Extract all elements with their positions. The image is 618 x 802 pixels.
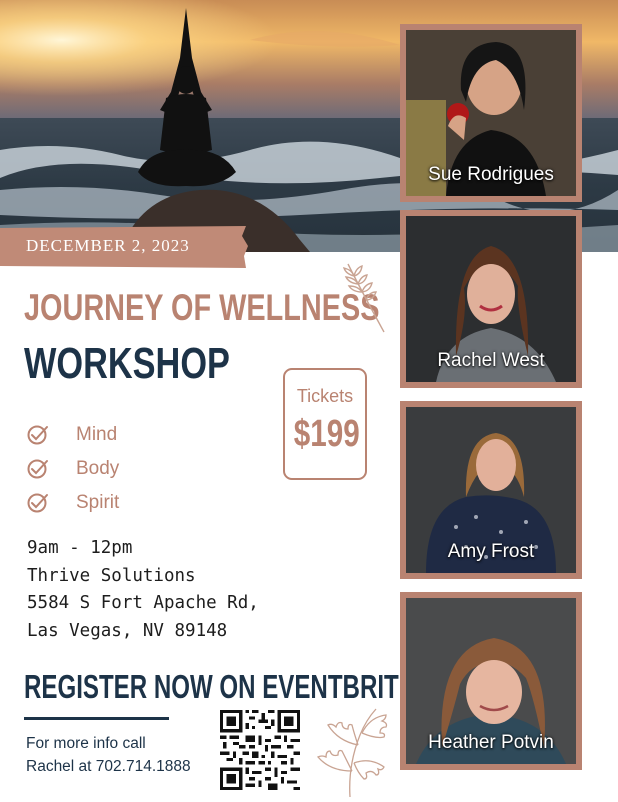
- speaker-name: Rachel West: [437, 350, 545, 371]
- tickets-label: Tickets: [296, 386, 354, 406]
- contact-line2: Rachel at 702.714.1888: [26, 758, 191, 775]
- speaker-photo: Heather Potvin: [406, 598, 576, 764]
- speaker-card: Sue Rodrigues: [400, 24, 582, 202]
- speaker-card: Amy Frost: [400, 401, 582, 579]
- checkmark-icon: [27, 493, 48, 513]
- list-item: Mind: [26, 418, 119, 452]
- speaker-name: Amy Frost: [447, 541, 535, 562]
- speaker-photo: Rachel West: [406, 216, 576, 382]
- tickets-price: $199: [293, 413, 360, 455]
- event-time: 9am - 12pm: [27, 538, 133, 558]
- tickets-box: Tickets $199: [283, 368, 367, 480]
- speaker-photo: Amy Frost: [406, 407, 576, 573]
- oak-leaves-icon: [310, 705, 390, 802]
- event-title-line2: WORKSHOP: [24, 339, 230, 388]
- list-item: Body: [26, 452, 119, 486]
- benefit-label: Body: [76, 458, 120, 479]
- speaker-card: Heather Potvin: [400, 592, 582, 770]
- event-date: DECEMBER 2, 2023: [26, 236, 190, 255]
- list-item: Spirit: [26, 486, 119, 520]
- event-address-line2: Las Vegas, NV 89148: [27, 620, 228, 641]
- speaker-card: Rachel West: [400, 210, 582, 388]
- benefit-label: Mind: [76, 424, 118, 445]
- event-title-line1: JOURNEY OF WELLNESS: [24, 287, 380, 328]
- wheat-icon: [342, 262, 390, 339]
- register-headline: REGISTER NOW ON EVENTBRITE: [24, 668, 415, 705]
- speaker-name: Sue Rodrigues: [428, 164, 554, 185]
- benefits-list: Mind Body Spirit: [26, 418, 119, 520]
- speaker-photo: Sue Rodrigues: [406, 30, 576, 196]
- checkmark-icon: [27, 425, 48, 445]
- checkmark-icon: [27, 459, 48, 479]
- qr-code[interactable]: [220, 710, 300, 795]
- event-details: 9am - 12pm Thrive Solutions 5584 S Fort …: [27, 535, 259, 645]
- event-address-line1: 5584 S Fort Apache Rd,: [27, 593, 259, 613]
- contact-line1: For more info call: [26, 735, 146, 752]
- divider: [24, 717, 169, 720]
- event-venue: Thrive Solutions: [27, 565, 196, 586]
- contact-info: For more info call Rachel at 702.714.188…: [26, 732, 191, 778]
- benefit-label: Spirit: [76, 492, 120, 513]
- speaker-name: Heather Potvin: [428, 732, 554, 753]
